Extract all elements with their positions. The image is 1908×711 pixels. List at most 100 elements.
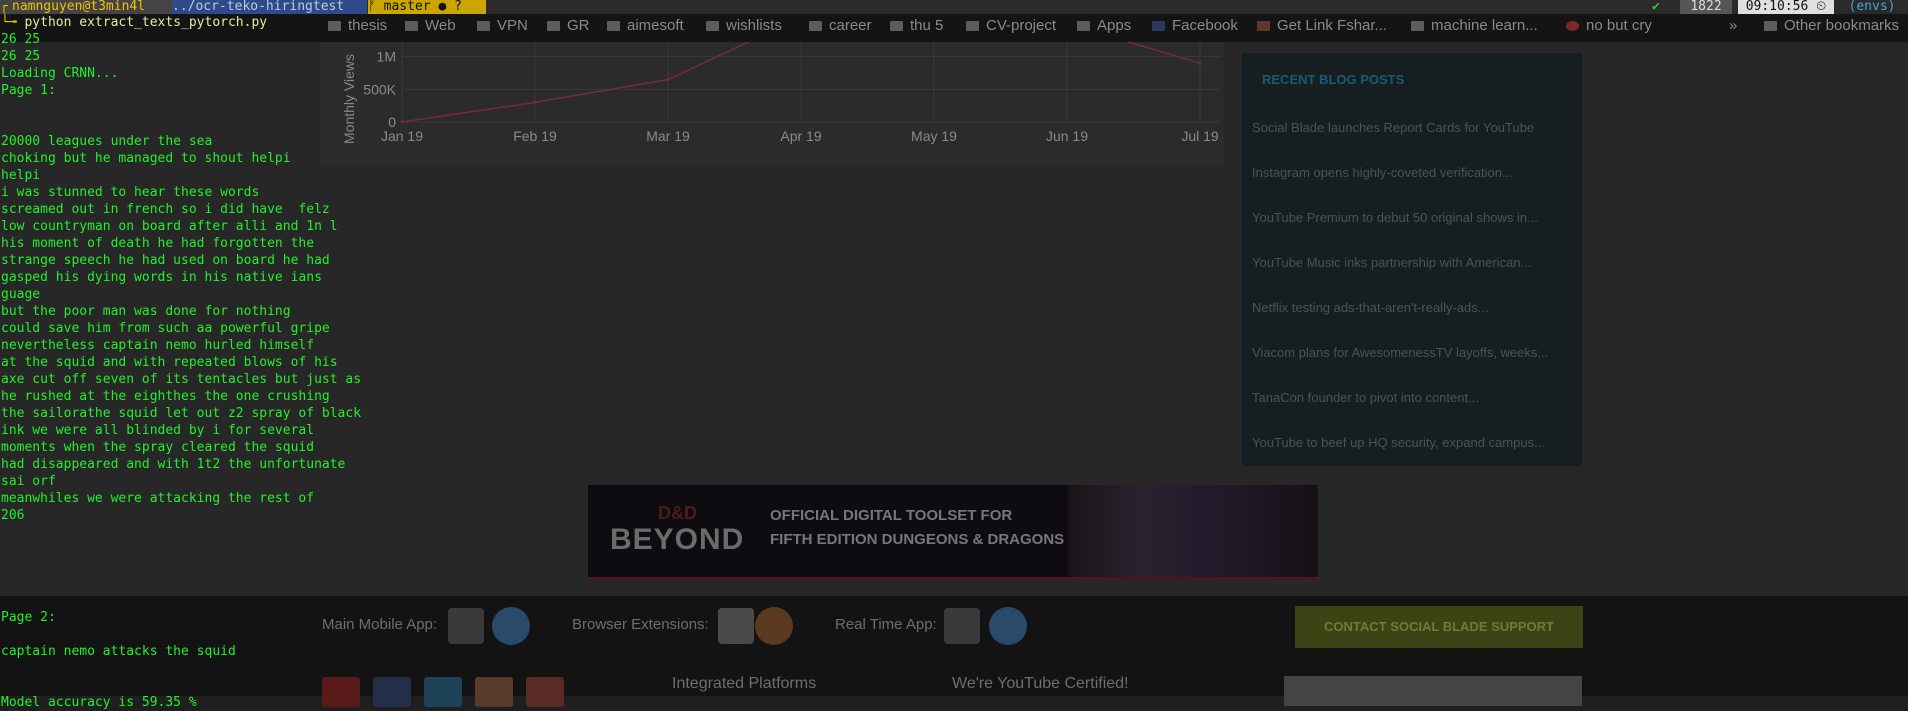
folder-icon [809,21,822,31]
folder-icon [547,21,560,31]
bookmark-facebook[interactable]: Facebook [1152,17,1238,34]
bookmark-aimesoft[interactable]: aimesoft [607,17,684,34]
chrome-extension-icon[interactable] [718,608,754,644]
reddit-icon [1566,21,1579,31]
chart-data-point [400,120,404,124]
blog-post-link[interactable]: YouTube Premium to debut 50 original sho… [1252,210,1538,225]
blog-post-link[interactable]: Viacom plans for AwesomenessTV layoffs, … [1252,345,1548,360]
terminal-line: helpi [1,168,41,183]
bookmark-other[interactable]: Other bookmarks [1764,17,1899,34]
folder-icon [1764,21,1777,31]
terminal-line: screamed out in french so i did have fel… [1,202,330,217]
terminal-line: 206 [1,508,25,523]
folder-icon [405,21,418,31]
terminal-line: the sailorathe squid let out z2 spray of… [1,406,362,421]
app-store-icon[interactable] [492,607,530,645]
facebook-icon[interactable] [373,677,411,707]
terminal-line: Page 1: [1,83,56,98]
bookmark-thu5[interactable]: thu 5 [890,17,943,34]
chart-x-tick-label: Apr 19 [780,128,821,144]
contact-support-button[interactable]: CONTACT SOCIAL BLADE SUPPORT [1295,606,1583,648]
terminal-line: choking but he managed to shout helpi [1,151,291,166]
facebook-icon [1152,21,1165,31]
chart-data-point [666,78,670,82]
bookmark-cv-project[interactable]: CV-project [966,17,1056,34]
git-branch-icon: ᚠ [368,0,384,14]
chart-x-tick-label: May 19 [911,128,957,144]
terminal-line: nevertheless captain nemo hurled himself [1,338,315,353]
terminal-line: gasped his dying words in his native ian… [1,270,322,285]
google-play-icon[interactable] [448,608,484,644]
terminal-line: captain nemo attacks the squid [1,644,236,659]
terminal-line: guage [1,287,41,302]
terminal-line: moments when the spray cleared the squid [1,440,315,455]
chart-x-tick-label: Jun 19 [1046,128,1088,144]
bookmark-no-but-cry[interactable]: no but cry [1566,17,1652,34]
prompt-arrow-icon: └╼ [1,15,25,30]
bookmark-machine-learning[interactable]: machine learn... [1411,17,1538,34]
folder-icon [1411,21,1424,31]
recent-blog-posts-panel: RECENT BLOG POSTS Social Blade launches … [1242,53,1582,466]
blog-post-link[interactable]: TanaCon founder to pivot into content... [1252,390,1479,405]
chart-data-point [533,100,537,104]
blog-post-link[interactable]: Instagram opens highly-coveted verificat… [1252,165,1513,180]
terminal-line: Page 2: [1,610,56,625]
youtube-certified-badge [1284,676,1582,706]
app-store-icon[interactable] [989,607,1027,645]
ad-headline-1: OFFICIAL DIGITAL TOOLSET FOR [770,507,1013,524]
terminal-line: i was stunned to hear these words [1,185,260,200]
terminal-line: meanwhiles we were attacking the rest of [1,491,315,506]
apps-grid-icon [1077,21,1090,31]
google-play-icon[interactable] [944,608,980,644]
chart-x-tick-label: Jan 19 [381,128,423,144]
terminal-line: axe cut off seven of its tentacles but j… [1,372,362,387]
folder-icon [706,21,719,31]
bookmarks-overflow-chevron-icon[interactable]: » [1729,17,1737,34]
blog-post-link[interactable]: YouTube to beef up HQ security, expand c… [1252,435,1545,450]
integrated-platforms-heading: Integrated Platforms [672,675,817,692]
folder-icon [607,21,620,31]
terminal-line: sai orf [1,474,56,489]
ad-headline-2: FIFTH EDITION DUNGEONS & DRAGONS [770,531,1065,548]
instagram-icon[interactable] [475,677,513,707]
ad-beyond-logo: BEYOND [610,523,745,556]
google-plus-icon[interactable] [526,677,564,707]
blog-post-link[interactable]: Netflix testing ads-that-aren't-really-a… [1252,300,1489,315]
terminal-lines: 26 25 26 25 Loading CRNN... Page 1: 20000 le… [1,31,361,711]
bookmark-web[interactable]: Web [405,17,456,34]
folder-icon [966,21,979,31]
blog-post-link[interactable]: YouTube Music inks partnership with Amer… [1252,255,1531,270]
site-icon [1257,21,1270,31]
bookmark-gr[interactable]: GR [547,17,590,34]
ad-artwork-image [1068,485,1318,577]
blog-post-link[interactable]: Social Blade launches Report Cards for Y… [1252,120,1534,135]
bookmark-get-link-fshare[interactable]: Get Link Fshar... [1257,17,1387,34]
bookmark-career[interactable]: career [809,17,872,34]
terminal-line: but the poor man was done for nothing [1,304,291,319]
folder-icon [890,21,903,31]
bookmark-vpn[interactable]: VPN [477,17,528,34]
bookmark-apps[interactable]: Apps [1077,17,1131,34]
bookmark-wishlists[interactable]: wishlists [706,17,782,34]
firefox-icon[interactable] [755,607,793,645]
terminal-line: strange speech he had used on board he h… [1,253,330,268]
terminal-command-line: └╼ python extract_texts_pytorch.py [1,14,361,31]
chart-data-point [1198,61,1202,65]
browser-extensions-label: Browser Extensions: [572,616,709,633]
dnd-beyond-ad-banner[interactable]: D&D BEYOND OFFICIAL DIGITAL TOOLSET FOR … [588,485,1318,579]
status-clock: 09:10:56 ⏲ [1738,0,1834,14]
terminal-line: ink we were all blinded by i for several [1,423,315,438]
terminal-line: 26 25 [1,32,41,47]
ad-dnd-logo: D&D [658,503,697,523]
twitter-icon[interactable] [424,677,462,707]
real-time-app-label: Real Time App: [835,616,937,633]
terminal-line: Model accuracy is 59.35 % [1,695,197,710]
terminal-line: at the squid and with repeated blows of … [1,355,338,370]
clock-icon: ⏲ [1816,0,1827,14]
